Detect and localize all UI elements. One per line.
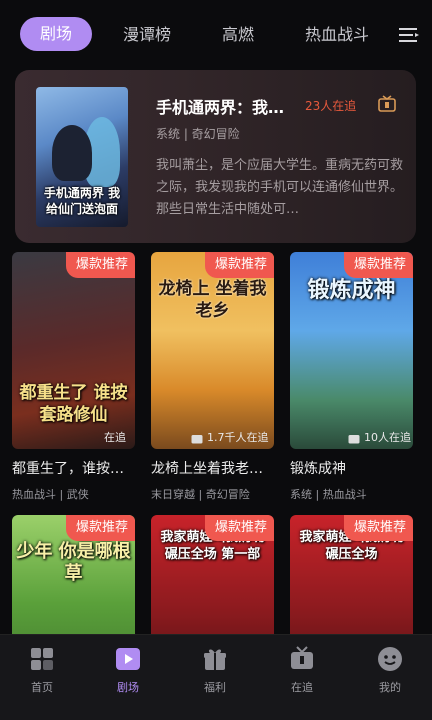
viewer-count: 在追 xyxy=(104,431,126,444)
featured-cover-text: 手机通两界 我给仙门送泡面 xyxy=(43,186,121,216)
gift-icon xyxy=(204,649,226,670)
drama-tags: 热血战斗 | 武侠 xyxy=(12,488,89,501)
nav-item-welfare[interactable]: 福利 xyxy=(185,645,245,695)
tab-theater[interactable]: 剧场 xyxy=(20,17,92,51)
bottom-nav: 首页 剧场 福利 在追 我的 xyxy=(0,634,432,720)
featured-card[interactable]: 手机通两界 我给仙门送泡面 手机通两界：我… 23人在追 系统 | 奇幻冒险 我… xyxy=(15,70,416,243)
nav-label-home: 首页 xyxy=(31,681,53,694)
nav-item-theater[interactable]: 剧场 xyxy=(98,645,158,695)
nav-item-following[interactable]: 在追 xyxy=(272,645,332,695)
tab-ranking[interactable]: 漫谭榜 xyxy=(123,18,171,52)
hot-recommend-badge: 爆款推荐 xyxy=(343,252,413,278)
drama-tags: 末日穿越 | 奇幻冒险 xyxy=(151,488,250,501)
home-grid-icon xyxy=(31,648,53,670)
hot-recommend-badge: 爆款推荐 xyxy=(343,515,413,541)
tv-icon xyxy=(191,435,203,444)
top-tab-bar: 剧场 漫谭榜 高燃 热血战斗 xyxy=(0,14,432,54)
tab-high-energy[interactable]: 高燃 xyxy=(222,18,254,52)
viewer-count: 10人在追 xyxy=(364,431,411,444)
featured-description: 我叫萧尘，是个应届大学生。重病无药可救之际，我发现我的手机可以连通修仙世界。那些… xyxy=(156,158,404,217)
nav-item-profile[interactable]: 我的 xyxy=(360,645,420,695)
viewer-count: 1.7千人在追 xyxy=(207,431,269,444)
nav-item-home[interactable]: 首页 xyxy=(12,645,72,695)
cover-text: 都重生了 谁按套路修仙 xyxy=(19,383,128,425)
tv-icon xyxy=(348,435,360,444)
tv-icon xyxy=(291,646,313,669)
drama-tags: 系统 | 热血战斗 xyxy=(290,488,367,501)
drama-cover[interactable]: 锻炼成神 爆款推荐 10人在追 xyxy=(290,252,413,449)
featured-title: 手机通两界：我… xyxy=(156,98,285,117)
hot-recommend-badge: 爆款推荐 xyxy=(65,252,135,278)
nav-label-following: 在追 xyxy=(291,681,313,694)
cover-text: 龙椅上 坐着我老乡 xyxy=(158,279,267,321)
face-icon xyxy=(378,647,402,671)
nav-label-theater: 剧场 xyxy=(117,681,139,694)
drama-title: 都重生了，谁按… xyxy=(12,461,124,477)
play-icon xyxy=(116,648,140,670)
featured-viewer-count: 23人在追 xyxy=(305,99,357,113)
nav-label-welfare: 福利 xyxy=(204,681,226,694)
drama-title: 锻炼成神 xyxy=(290,461,346,477)
nav-label-profile: 我的 xyxy=(379,681,401,694)
tab-hot-blood-battle[interactable]: 热血战斗 xyxy=(305,18,369,52)
add-to-follow-icon[interactable] xyxy=(378,95,396,113)
hot-recommend-badge: 爆款推荐 xyxy=(204,515,274,541)
drama-cover[interactable]: 都重生了 谁按套路修仙 爆款推荐 在追 xyxy=(12,252,135,449)
featured-cover[interactable]: 手机通两界 我给仙门送泡面 xyxy=(36,87,128,227)
cover-text: 少年 你是哪根草 xyxy=(16,541,131,584)
menu-icon[interactable] xyxy=(398,24,420,46)
hot-recommend-badge: 爆款推荐 xyxy=(65,515,135,541)
drama-cover[interactable]: 龙椅上 坐着我老乡 爆款推荐 1.7千人在追 xyxy=(151,252,274,449)
featured-tags: 系统 | 奇幻冒险 xyxy=(156,127,240,141)
hot-recommend-badge: 爆款推荐 xyxy=(204,252,274,278)
drama-title: 龙椅上坐着我老… xyxy=(151,461,263,477)
